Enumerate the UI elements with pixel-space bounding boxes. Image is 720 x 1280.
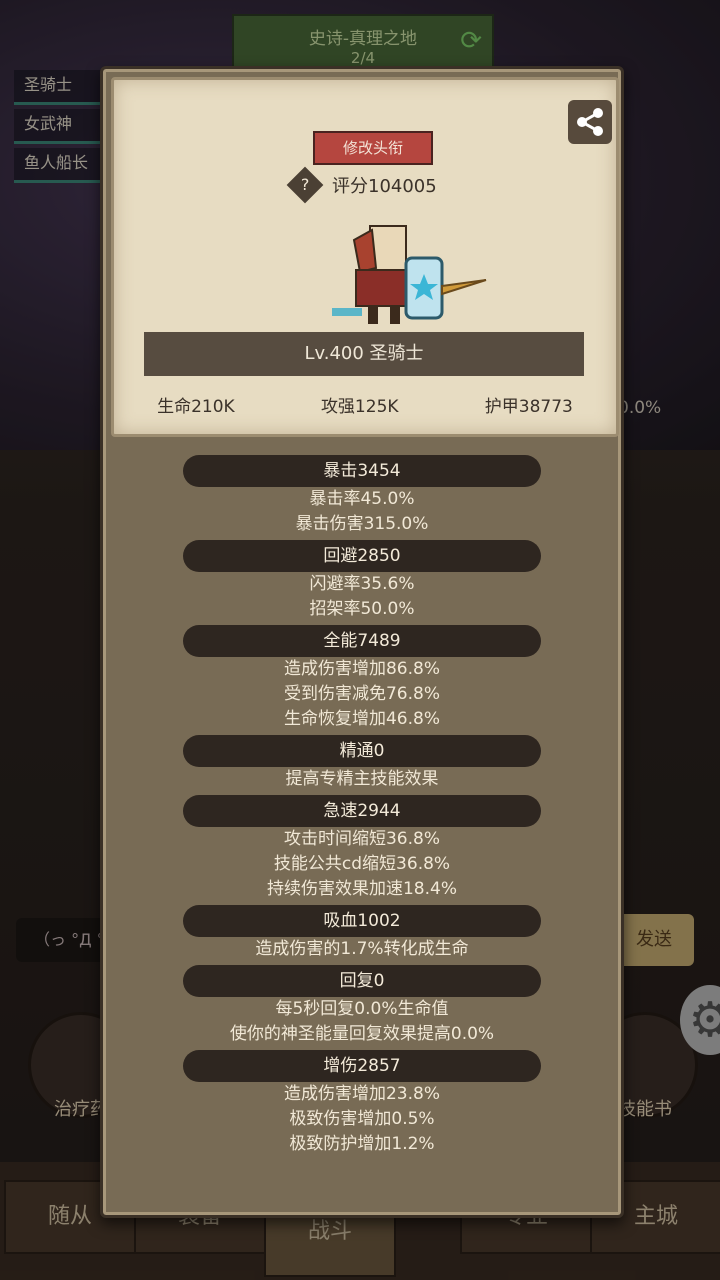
stat-attack: 攻强125K [320, 397, 399, 417]
attribute-header: 全能7489 [183, 625, 541, 657]
edit-title-button[interactable]: 修改头衔 [313, 131, 433, 165]
paladin-sprite [332, 225, 487, 324]
attribute-header: 吸血1002 [183, 905, 541, 937]
attribute-detail: 极致防护增加1.2% [289, 1134, 435, 1154]
attribute-detail: 提高专精主技能效果 [285, 769, 439, 789]
attribute-detail: 每5秒回复0.0%生命值 [275, 999, 449, 1019]
attribute-detail: 造成伤害的1.7%转化成生命 [255, 939, 469, 959]
character-card: 修改头衔 ? 评分104005 Lv.400 圣骑士 生命210K 攻强125K… [111, 77, 619, 437]
attribute-header: 暴击3454 [183, 455, 541, 487]
share-button[interactable] [568, 100, 612, 144]
attribute-group: 回避2850 闪避率35.6% 招架率50.0% [103, 540, 621, 622]
attribute-group: 增伤2857 造成伤害增加23.8% 极致伤害增加0.5% 极致防护增加1.2% [103, 1050, 621, 1157]
attribute-header: 增伤2857 [183, 1050, 541, 1082]
attribute-detail: 生命恢复增加46.8% [283, 709, 440, 729]
attribute-header: 急速2944 [183, 795, 541, 827]
question-icon[interactable]: ? [286, 166, 324, 204]
attribute-group: 全能7489 造成伤害增加86.8% 受到伤害减免76.8% 生命恢复增加46.8% [103, 625, 621, 732]
score-row: ? 评分104005 [286, 166, 437, 204]
attribute-header: 精通0 [183, 735, 541, 767]
level-label: Lv.400 圣骑士 [144, 332, 584, 376]
stat-armor: 护甲38773 [484, 397, 573, 417]
attribute-detail: 极致伤害增加0.5% [289, 1109, 435, 1129]
attribute-header: 回避2850 [183, 540, 541, 572]
attribute-header: 回复0 [183, 965, 541, 997]
attribute-detail: 暴击伤害315.0% [295, 514, 429, 534]
attribute-detail: 招架率50.0% [309, 599, 415, 619]
attribute-group: 暴击3454 暴击率45.0% 暴击伤害315.0% [103, 455, 621, 537]
attribute-detail: 暴击率45.0% [309, 489, 415, 509]
stat-hp: 生命210K [157, 397, 235, 417]
attribute-group: 回复0 每5秒回复0.0%生命值使你的神圣能量回复效果提高0.0% [103, 965, 621, 1047]
main-stats: 生命210K 攻强125K 护甲38773 [114, 392, 616, 417]
attribute-detail: 持续伤害效果加速18.4% [266, 879, 457, 899]
character-detail-panel: 修改头衔 ? 评分104005 Lv.400 圣骑士 生命210K 攻强125K… [100, 66, 624, 1218]
attribute-list: 暴击3454 暴击率45.0% 暴击伤害315.0% 回避2850 闪避率35.6% 招架… [103, 455, 621, 1160]
attribute-detail: 攻击时间缩短36.8% [283, 829, 440, 849]
share-icon [577, 108, 603, 136]
attribute-detail: 使你的神圣能量回复效果提高0.0% [229, 1024, 495, 1044]
attribute-group: 精通0 提高专精主技能效果 [103, 735, 621, 792]
attribute-detail: 造成伤害增加23.8% [283, 1084, 440, 1104]
attribute-detail: 受到伤害减免76.8% [283, 684, 440, 704]
attribute-detail: 闪避率35.6% [309, 574, 415, 594]
attribute-group: 吸血1002 造成伤害的1.7%转化成生命 [103, 905, 621, 962]
score-text: 评分104005 [332, 176, 437, 197]
attribute-detail: 造成伤害增加86.8% [283, 659, 440, 679]
attribute-group: 急速2944 攻击时间缩短36.8% 技能公共cd缩短36.8% 持续伤害效果加速18… [103, 795, 621, 902]
attribute-detail: 技能公共cd缩短36.8% [273, 854, 451, 874]
